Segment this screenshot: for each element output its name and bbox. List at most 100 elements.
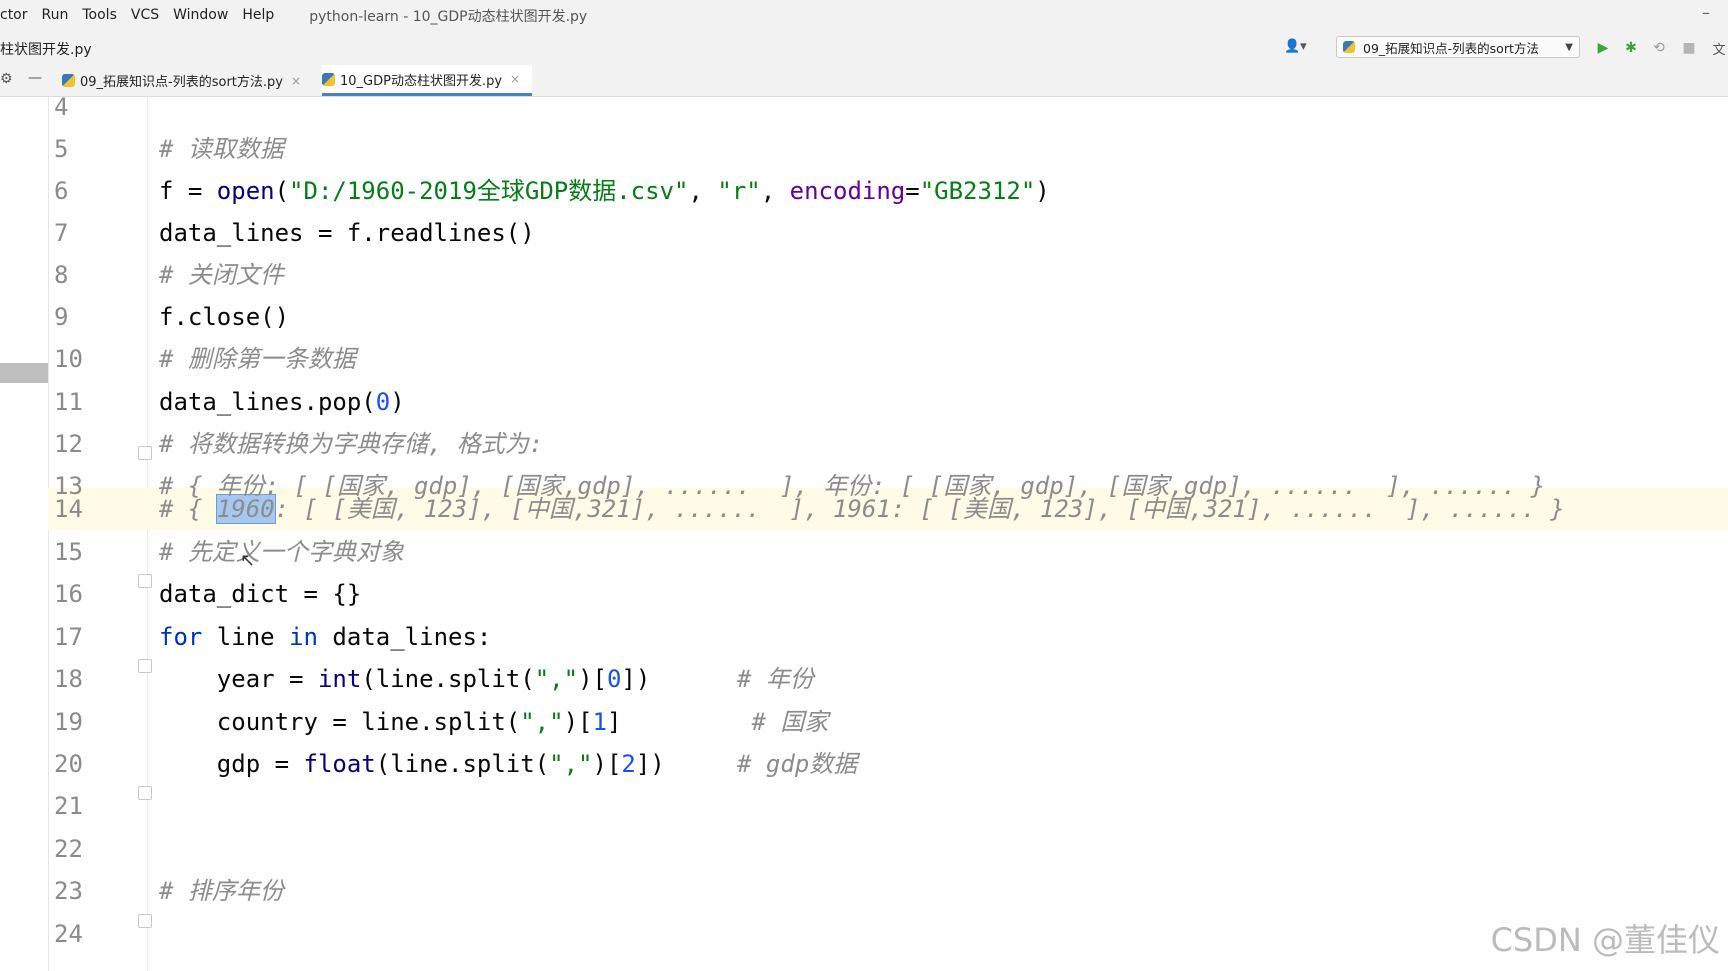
gear-icon[interactable]: ⚙ [0,71,13,87]
code-editor[interactable]: # { 1960: [ [美国, 123], [中国,321], ...... … [0,93,1728,971]
line-number: 17 [54,623,83,651]
line-number: 8 [54,261,69,289]
line-number: 6 [54,177,69,205]
keyword-argument: encoding [789,177,906,205]
code-text: ]) [635,750,738,778]
code-text: ( [274,177,290,205]
line-number: 22 [54,835,83,863]
menu-help[interactable]: Help [235,0,281,31]
menu-bar: ctor Run Tools VCS Window Help python-le… [0,0,1728,31]
line-number: 15 [54,538,83,566]
fold-marker[interactable] [138,786,152,800]
run-icon[interactable]: ▶ [1594,39,1612,57]
code-line-18[interactable]: year = int(line.split(",")[0]) # 年份 [159,658,814,700]
comment-text: # 读取数据 [159,135,284,163]
coverage-icon[interactable]: ⟲ [1650,39,1668,57]
string-literal: "D:/1960-2019全球GDP数据.csv" [289,177,689,205]
code-text: ) [1035,177,1050,205]
code-text: )[ [578,665,607,693]
fold-marker[interactable] [138,659,152,673]
code-text: ) [390,388,405,416]
code-text: ] [606,708,752,736]
comment-text: # 国家 [751,708,829,736]
string-literal: "," [520,708,564,736]
code-text: (line.split( [375,750,550,778]
ide-window: ctor Run Tools VCS Window Help python-le… [0,0,1728,971]
menu-tools[interactable]: Tools [75,0,124,31]
fold-marker[interactable] [138,446,152,460]
breadcrumb[interactable]: 柱状图开发.py [0,39,92,59]
mouse-pointer-icon: ↖ [240,550,256,571]
code-text: data_lines = f.readlines() [159,219,535,247]
code-line-17[interactable]: for line in data_lines: [159,616,491,658]
number-literal: 0 [375,388,391,416]
comment-text: # 将数据转换为字典存储, 格式为: [159,430,544,458]
scroll-marker [0,363,48,383]
tab-sort-method[interactable]: 09_拓展知识点-列表的sort方法.py × [62,65,308,96]
fold-marker[interactable] [138,914,152,928]
line-number: 14 [54,495,83,523]
code-text: (line.split( [361,665,535,693]
string-literal: "r" [717,177,761,205]
menu-vcs[interactable]: VCS [124,0,166,31]
code-text: data_lines.pop( [159,388,376,416]
builtin-function: float [303,750,376,778]
line-number: 12 [54,430,83,458]
tab-label: 09_拓展知识点-列表的sort方法.py [80,75,283,90]
stop-icon[interactable]: ■ [1680,39,1698,57]
code-line-10[interactable]: # 删除第一条数据 [159,338,356,380]
line-number: 9 [54,303,69,331]
menu-run[interactable]: Run [35,0,76,31]
code-line-5[interactable]: # 读取数据 [159,128,284,170]
line-number: 5 [54,135,69,163]
builtin-function: open [216,177,275,205]
code-line-8[interactable]: # 关闭文件 [159,254,284,296]
code-text: line [202,623,290,651]
code-line-9[interactable]: f.close() [159,296,289,338]
comment-text: # 排序年份 [159,877,284,905]
code-line-6[interactable]: f = open("D:/1960-2019全球GDP数据.csv", "r",… [159,170,1050,212]
python-file-icon [1343,41,1355,53]
close-icon[interactable]: × [510,72,520,86]
code-line-23[interactable]: # 排序年份 [159,870,284,912]
navigation-bar: 柱状图开发.py 👤▾ 09_拓展知识点-列表的sort方法 ▼ ▶ ✱ ⟲ ■… [0,31,1728,66]
tab-gdp-chart[interactable]: 10_GDP动态柱状图开发.py × [322,65,532,96]
fold-marker[interactable] [138,574,152,588]
run-configuration-label: 09_拓展知识点-列表的sort方法 [1363,40,1539,56]
close-icon[interactable]: × [291,74,301,88]
code-text: data_lines: [317,623,492,651]
comment-text: # 年份 [737,665,814,693]
number-literal: 2 [621,750,636,778]
code-line-16[interactable]: data_dict = {} [159,573,361,615]
code-line-19[interactable]: country = line.split(",")[1] # 国家 [159,701,829,743]
code-line-20[interactable]: gdp = float(line.split(",")[2]) # gdp数据 [159,743,857,785]
code-line-7[interactable]: data_lines = f.readlines() [159,212,535,254]
line-number: 24 [54,920,83,948]
debug-icon[interactable]: ✱ [1622,39,1640,57]
line-number: 20 [54,750,83,778]
line-number: 19 [54,708,83,736]
chevron-down-icon: ▼ [1565,41,1573,53]
line-number: 7 [54,219,69,247]
minimize-icon[interactable]: – [1702,3,1710,22]
menu-refactor[interactable]: ctor [0,0,35,31]
code-text: )[ [592,750,622,778]
comment-text: # 关闭文件 [159,261,284,289]
code-line-13[interactable]: # { 年份: [ [国家, gdp], [国家,gdp], ...... ],… [159,465,1545,507]
code-line-15[interactable]: # 先定义一个字典对象 [159,531,404,573]
code-text: , [688,177,718,205]
code-line-12[interactable]: # 将数据转换为字典存储, 格式为: [159,423,543,465]
run-configuration-select[interactable]: 09_拓展知识点-列表的sort方法 ▼ [1336,36,1580,58]
line-number: 4 [54,93,69,121]
comment-text: # gdp数据 [737,750,858,778]
code-text: ]) [621,665,738,693]
watermark: CSDN @董佳仪 [1490,921,1720,959]
code-line-11[interactable]: data_lines.pop(0) [159,381,405,423]
menu-window[interactable]: Window [166,0,235,31]
user-icon[interactable]: 👤▾ [1284,39,1314,57]
python-file-icon [322,72,335,86]
translate-icon[interactable]: 文 [1710,39,1728,58]
hide-icon[interactable]: — [28,70,42,86]
code-text: f.close() [159,303,290,331]
code-text: gdp = [159,750,304,778]
